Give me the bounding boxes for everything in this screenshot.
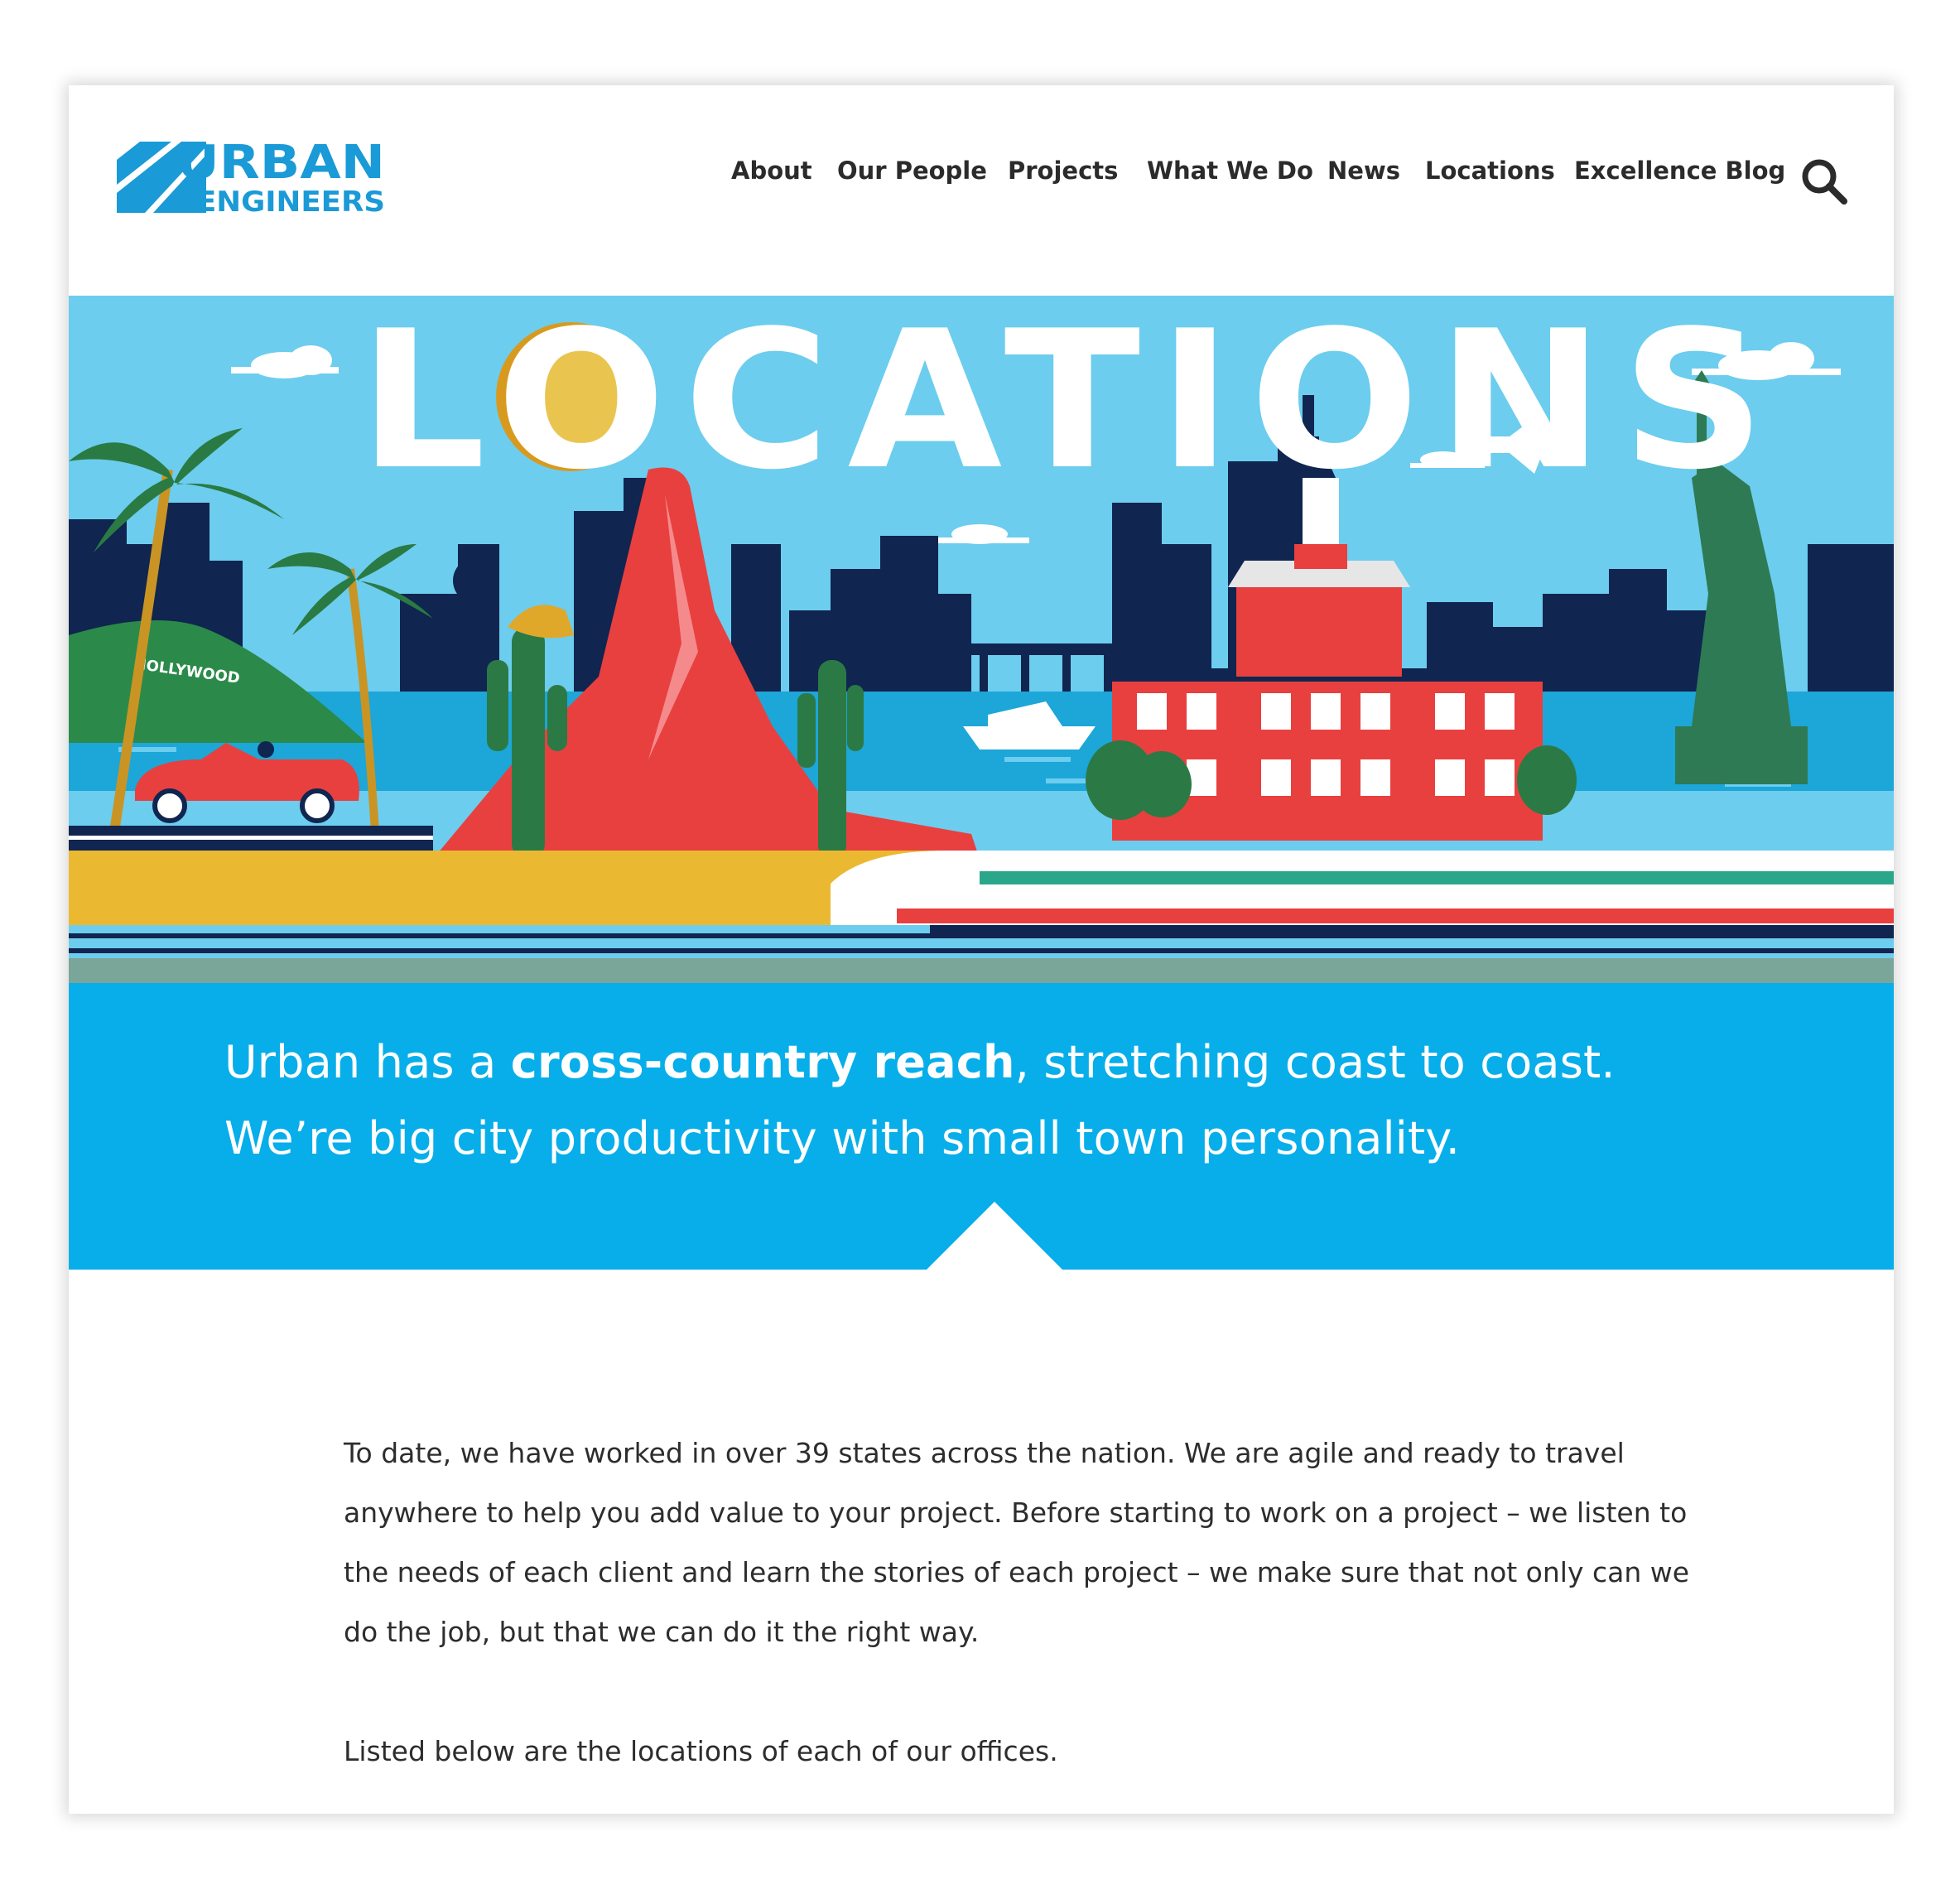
locations-hero: HOLLYWOOD LOCATIONS	[69, 296, 1894, 983]
nav-excellence-blog[interactable]: Excellence Blog	[1574, 157, 1785, 185]
body-paragraph-1: To date, we have worked in over 39 state…	[344, 1437, 1690, 1648]
site-header: URBAN ENGINEERS About Our People Project…	[69, 85, 1894, 296]
hero-illustration: HOLLYWOOD LOCATIONS	[69, 296, 1894, 983]
intro-text-start: Urban has a	[224, 1036, 511, 1088]
nav-locations[interactable]: Locations	[1425, 157, 1555, 185]
intro-band: Urban has a cross-country reach, stretch…	[69, 983, 1894, 1271]
intro-statement: Urban has a cross-country reach, stretch…	[224, 1024, 1731, 1177]
body-copy: To date, we have worked in over 39 state…	[344, 1424, 1702, 1781]
nav-news[interactable]: News	[1327, 157, 1400, 185]
nav-about[interactable]: About	[731, 157, 812, 185]
nav-what-we-do[interactable]: What We Do	[1147, 157, 1313, 185]
nav-projects[interactable]: Projects	[1008, 157, 1118, 185]
logo-line2: ENGINEERS	[196, 186, 385, 213]
urban-engineers-logo[interactable]: URBAN ENGINEERS	[117, 142, 390, 213]
section-notch	[925, 1202, 1064, 1271]
logo-line1: URBAN	[176, 142, 385, 190]
body-paragraph-2: Listed below are the locations of each o…	[344, 1735, 1058, 1767]
intro-text-bold: cross-country reach	[510, 1036, 1015, 1088]
page-card: URBAN ENGINEERS About Our People Project…	[69, 85, 1894, 1814]
search-icon[interactable]	[1799, 157, 1849, 206]
train-icon	[831, 851, 1894, 933]
hero-title: LOCATIONS	[359, 296, 1783, 512]
hero-title-text: LOCATIONS	[359, 296, 1783, 512]
nav-our-people[interactable]: Our People	[837, 157, 987, 185]
